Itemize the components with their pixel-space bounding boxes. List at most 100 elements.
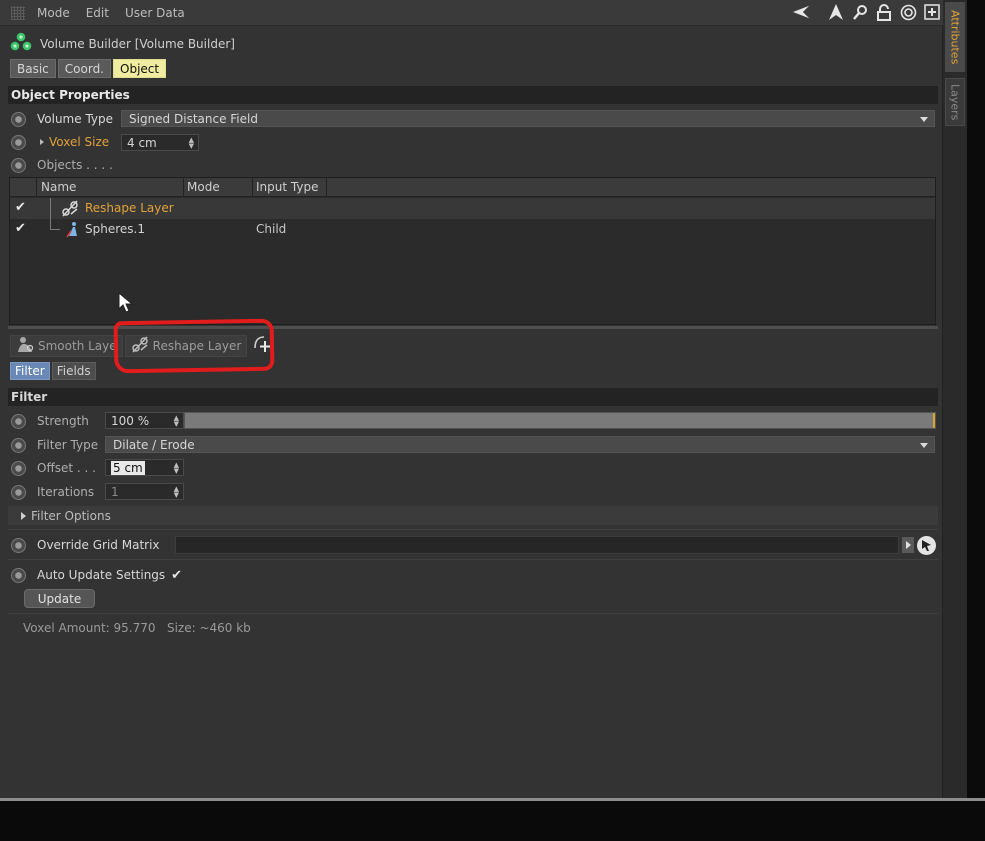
list-item[interactable]: ✔ Spheres.1 Child bbox=[10, 219, 935, 240]
divider bbox=[8, 529, 938, 530]
filter-options-label: Filter Options bbox=[31, 508, 111, 523]
lock-icon[interactable] bbox=[875, 3, 893, 21]
strength-animate-button[interactable] bbox=[11, 413, 26, 429]
list-item-name: Reshape Layer bbox=[85, 201, 174, 215]
column-name[interactable]: Name bbox=[41, 180, 76, 194]
expand-triangle-icon[interactable] bbox=[40, 139, 44, 145]
attributes-panel: Mode Edit User Data Volume Builder [Volu… bbox=[0, 0, 943, 800]
new-panel-icon[interactable] bbox=[923, 3, 941, 21]
iterations-row: Iterations bbox=[11, 482, 94, 502]
list-item-input-type: Child bbox=[256, 222, 287, 236]
objects-animate-button[interactable] bbox=[11, 157, 26, 173]
lower-area bbox=[0, 801, 985, 841]
tab-label: Reshape Layer bbox=[152, 338, 242, 353]
menu-mode[interactable]: Mode bbox=[37, 6, 70, 20]
volume-type-dropdown[interactable]: Signed Distance Field bbox=[121, 110, 935, 127]
offset-row: Offset . . . bbox=[11, 458, 96, 478]
link-menu-button[interactable] bbox=[902, 537, 914, 553]
filter-type-row: Filter Type bbox=[11, 435, 98, 455]
offset-field[interactable]: 5 cm ▲ ▼ bbox=[105, 459, 184, 476]
object-properties-header: Object Properties bbox=[8, 86, 938, 104]
override-grid-label: Override Grid Matrix bbox=[37, 538, 160, 552]
update-button[interactable]: Update bbox=[24, 589, 95, 608]
column-divider bbox=[252, 178, 253, 197]
volume-type-row: Volume Type bbox=[11, 109, 113, 129]
filter-type-value: Dilate / Erode bbox=[113, 437, 195, 452]
strength-field[interactable]: 100 % ▲ ▼ bbox=[105, 412, 184, 429]
tab-smooth-layer[interactable]: Smooth Laye bbox=[10, 334, 123, 357]
column-divider bbox=[183, 178, 184, 197]
layer-tabs: Smooth Laye Reshape Layer bbox=[10, 334, 272, 357]
menu-edit[interactable]: Edit bbox=[86, 6, 109, 20]
voxel-size-animate-button[interactable] bbox=[11, 134, 26, 150]
tab-coord[interactable]: Coord. bbox=[57, 59, 111, 78]
side-tab-label: Attributes bbox=[948, 9, 962, 65]
up-arrow-icon[interactable] bbox=[827, 3, 845, 21]
memory-size: Size: ~460 kb bbox=[166, 621, 251, 635]
voxel-size-field[interactable]: 4 cm ▲ ▼ bbox=[121, 134, 199, 151]
spinner-icon[interactable]: ▲ ▼ bbox=[174, 486, 179, 499]
iterations-animate-button[interactable] bbox=[11, 484, 26, 500]
column-mode[interactable]: Mode bbox=[187, 180, 220, 194]
auto-update-row: Auto Update Settings ✔ bbox=[11, 565, 182, 585]
menu-user-data[interactable]: User Data bbox=[125, 6, 185, 20]
strength-label: Strength bbox=[37, 414, 89, 428]
iterations-value: 1 bbox=[111, 484, 119, 499]
override-grid-animate-button[interactable] bbox=[11, 537, 26, 553]
override-grid-link-field[interactable] bbox=[175, 536, 899, 554]
volume-type-animate-button[interactable] bbox=[11, 111, 26, 127]
strength-slider[interactable] bbox=[184, 412, 936, 429]
objects-row: Objects . . . . bbox=[11, 155, 113, 175]
side-tab-layers[interactable]: Layers bbox=[945, 78, 965, 126]
tab-fields[interactable]: Fields bbox=[51, 362, 96, 380]
strength-slider-fill bbox=[185, 413, 935, 428]
chevron-down-icon bbox=[920, 443, 928, 448]
iterations-field[interactable]: 1 ▲ ▼ bbox=[105, 483, 184, 500]
tab-basic[interactable]: Basic bbox=[10, 59, 56, 78]
side-tab-attributes[interactable]: Attributes bbox=[945, 2, 965, 72]
add-tab-icon[interactable] bbox=[252, 334, 272, 357]
offset-animate-button[interactable] bbox=[11, 460, 26, 476]
voxel-size-label: Voxel Size bbox=[49, 135, 110, 149]
reshape-layer-icon bbox=[131, 335, 149, 356]
voxel-amount: Voxel Amount: 95.770 bbox=[23, 621, 156, 635]
filter-options-expander[interactable]: Filter Options bbox=[8, 506, 938, 525]
auto-update-checkbox[interactable]: ✔ bbox=[171, 568, 182, 583]
tree-line bbox=[50, 219, 51, 229]
back-arrow-icon[interactable] bbox=[793, 3, 811, 21]
panel-splitter[interactable] bbox=[8, 326, 938, 329]
override-grid-row: Override Grid Matrix bbox=[11, 535, 160, 555]
menu-bar: Mode Edit User Data bbox=[0, 0, 943, 26]
tab-reshape-layer[interactable]: Reshape Layer bbox=[124, 334, 248, 357]
strength-slider-handle[interactable] bbox=[933, 413, 935, 428]
spinner-icon[interactable]: ▲ ▼ bbox=[174, 462, 179, 475]
target-icon[interactable] bbox=[899, 3, 917, 21]
column-input-type[interactable]: Input Type bbox=[256, 180, 318, 194]
object-title-row: Volume Builder [Volume Builder] bbox=[10, 32, 235, 55]
pick-object-icon[interactable] bbox=[917, 536, 936, 555]
checkmark-icon[interactable]: ✔ bbox=[15, 200, 26, 215]
tree-line bbox=[50, 229, 60, 230]
tab-object[interactable]: Object bbox=[113, 59, 167, 78]
auto-update-label: Auto Update Settings bbox=[37, 568, 166, 582]
filter-type-dropdown[interactable]: Dilate / Erode bbox=[105, 436, 935, 453]
spinner-icon[interactable]: ▲ ▼ bbox=[189, 137, 194, 150]
layer-sub-tabs: Filter Fields bbox=[10, 362, 96, 380]
divider bbox=[8, 613, 938, 614]
column-divider bbox=[326, 178, 327, 197]
filter-header: Filter bbox=[8, 388, 938, 406]
tab-label: Smooth Laye bbox=[38, 338, 117, 353]
panel-grip-icon[interactable] bbox=[11, 5, 25, 20]
list-item-name: Spheres.1 bbox=[85, 222, 145, 236]
list-item[interactable]: ✔ Reshape Layer bbox=[10, 198, 935, 228]
spinner-icon[interactable]: ▲ ▼ bbox=[174, 415, 179, 428]
filter-type-animate-button[interactable] bbox=[11, 437, 26, 453]
auto-update-animate-button[interactable] bbox=[11, 567, 26, 583]
voxel-size-row: Voxel Size bbox=[11, 132, 109, 152]
tab-filter[interactable]: Filter bbox=[10, 362, 50, 380]
side-tab-label: Layers bbox=[948, 83, 962, 121]
search-icon[interactable] bbox=[851, 3, 869, 21]
checkmark-icon[interactable]: ✔ bbox=[15, 221, 26, 236]
chevron-right-icon bbox=[905, 541, 911, 549]
objects-list[interactable]: Name Mode Input Type ✔ Reshape Layer ✔ S… bbox=[9, 177, 936, 325]
